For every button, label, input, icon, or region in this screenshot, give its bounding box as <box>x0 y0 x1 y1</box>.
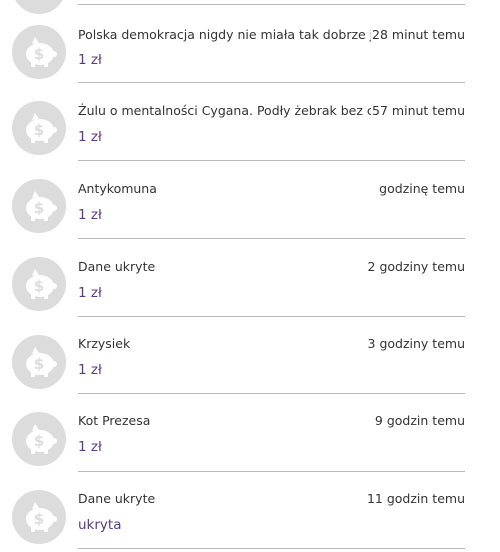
donation-time: 28 minut temu <box>371 27 465 42</box>
donation-time: 2 godziny temu <box>366 259 465 274</box>
svg-text:$: $ <box>34 432 44 450</box>
donor-name: Dane ukryte <box>78 259 156 274</box>
list-item[interactable]: $ Polska demokracja nigdy nie miała tak … <box>0 5 500 82</box>
piggy-bank-dollar-icon: $ <box>12 179 66 233</box>
donations-list: $ Polska demokracja nigdy nie miała tak … <box>0 0 500 552</box>
donation-amount: 1 zł <box>78 285 102 301</box>
list-item[interactable]: $ Dane ukryte 2 godziny temu 1 zł <box>0 239 500 316</box>
donation-amount: 1 zł <box>78 129 102 145</box>
svg-text:$: $ <box>34 121 44 139</box>
list-item[interactable]: $ Krzysiek 3 godziny temu 1 zł <box>0 317 500 394</box>
donation-time: 9 godzin temu <box>373 413 465 428</box>
separator <box>78 548 465 549</box>
svg-text:$: $ <box>34 199 44 217</box>
donor-name: Kot Prezesa <box>78 413 151 428</box>
piggy-bank-dollar-icon: $ <box>12 101 66 155</box>
piggy-bank-dollar-icon: $ <box>12 490 66 544</box>
donor-name: Polska demokracja nigdy nie miała tak do… <box>78 27 378 42</box>
list-item[interactable]: $ Antykomuna godzinę temu 1 zł <box>0 161 500 238</box>
donation-time: 11 godzin temu <box>365 491 465 506</box>
donation-amount: 1 zł <box>78 52 102 68</box>
donation-amount: 1 zł <box>78 207 102 223</box>
donation-amount: 1 zł <box>78 439 102 455</box>
donation-amount: ukryta <box>78 517 122 533</box>
svg-text:$: $ <box>34 277 44 295</box>
list-item[interactable]: $ Żulu o mentalności Cygana. Podły żebra… <box>0 83 500 160</box>
piggy-bank-dollar-icon: $ <box>12 412 66 466</box>
piggy-bank-dollar-icon: $ <box>12 257 66 311</box>
piggy-bank-dollar-icon: $ <box>12 25 66 79</box>
svg-text:$: $ <box>34 45 44 63</box>
donor-name: Antykomuna <box>78 181 157 196</box>
donor-name: Dane ukryte <box>78 491 156 506</box>
svg-text:$: $ <box>34 355 44 373</box>
list-item[interactable]: $ Kot Prezesa 9 godzin temu 1 zł <box>0 394 500 471</box>
donation-time: 3 godziny temu <box>366 336 465 351</box>
svg-text:$: $ <box>34 510 44 528</box>
donor-name: Żulu o mentalności Cygana. Podły żebrak … <box>78 103 378 118</box>
donation-amount: 1 zł <box>78 362 102 378</box>
donation-time: 57 minut temu <box>371 103 465 118</box>
list-item[interactable]: $ Dane ukryte 11 godzin temu ukryta <box>0 472 500 549</box>
piggy-bank-dollar-icon: $ <box>12 335 66 389</box>
donation-time: godzinę temu <box>378 181 465 196</box>
donor-name: Krzysiek <box>78 336 131 351</box>
